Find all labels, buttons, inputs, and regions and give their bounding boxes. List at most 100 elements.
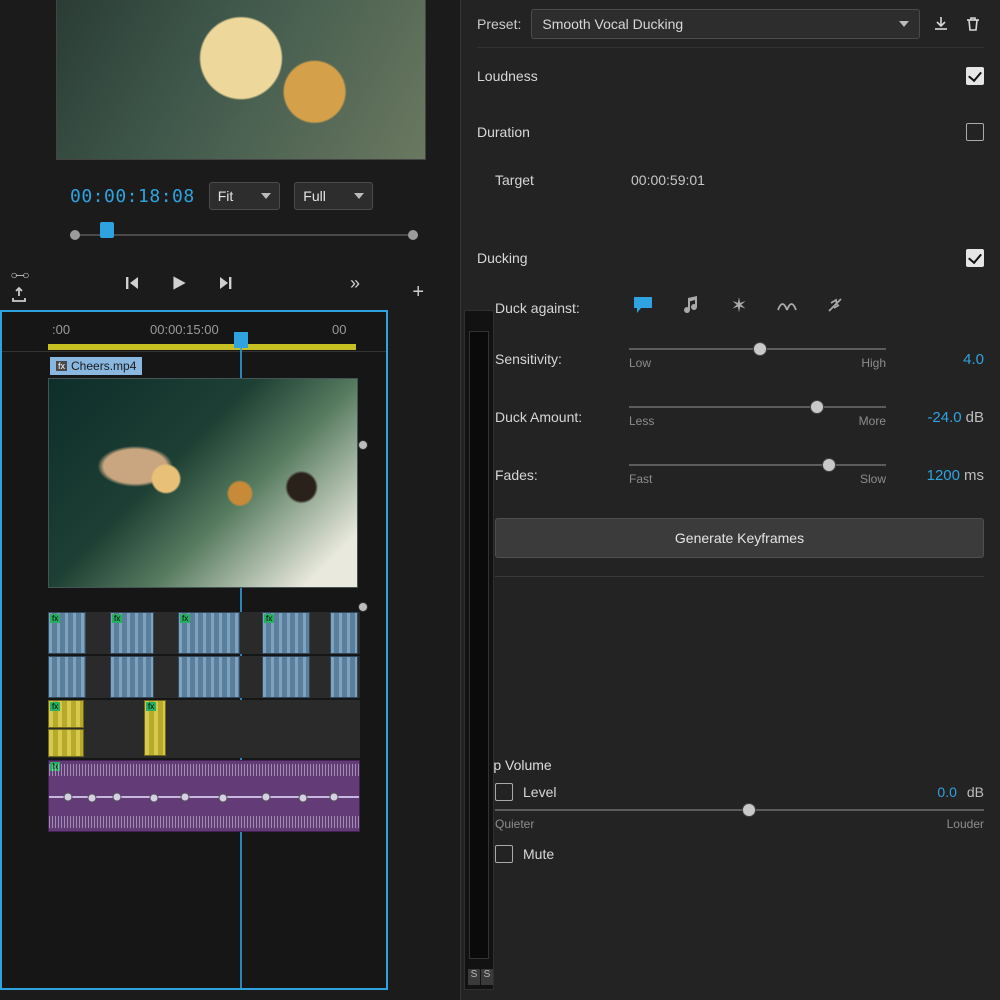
loudness-title: Loudness [477,68,538,84]
work-area-bar[interactable] [48,344,356,350]
chevron-down-icon [899,21,909,27]
sensitivity-high: High [861,356,886,370]
scrub-start-dot[interactable] [70,230,80,240]
sensitivity-label: Sensitivity: [495,351,615,367]
ruler-mark: 00 [332,322,346,337]
clip-filename: Cheers.mp4 [71,359,136,373]
monitor-controls: 00:00:18:08 Fit Full » [70,172,418,302]
target-label: Target [495,172,615,188]
amount-label: Duck Amount: [495,409,615,425]
fades-unit: ms [964,467,984,484]
chevron-down-icon [354,193,364,199]
level-checkbox[interactable] [495,783,513,801]
duck-against-icons: ✶ [631,294,847,316]
io-icon[interactable]: ○─○ [11,268,28,282]
step-forward-icon[interactable] [214,272,236,294]
duck-music-icon[interactable] [679,294,703,316]
display-select[interactable]: Full [294,182,373,210]
ducking-checkbox[interactable] [966,249,984,267]
ducking-section-header[interactable]: Ducking [477,230,984,286]
sensitivity-low: Low [629,356,651,370]
dialogue-track-a[interactable]: fx fx fx fx [48,612,360,654]
sfx-track[interactable]: fx fx [48,700,360,758]
fades-low: Fast [629,472,652,486]
duration-section-header[interactable]: Duration [477,104,984,160]
amount-high: More [859,414,886,428]
program-monitor [56,0,426,160]
clip-marker[interactable] [358,440,368,450]
add-button-icon[interactable]: + [412,281,424,304]
fades-label: Fades: [495,467,615,483]
amount-row: Duck Amount: Less More -24.0 dB [495,388,984,446]
level-label: Level [523,784,927,800]
duration-checkbox[interactable] [966,123,984,141]
level-slider[interactable]: Quieter Louder [495,809,984,831]
ruler-mark: 00:00:15:00 [150,322,219,337]
duration-title: Duration [477,124,530,140]
save-preset-icon[interactable] [930,13,952,35]
duck-sfx-icon[interactable]: ✶ [727,294,751,316]
amount-low: Less [629,414,654,428]
fx-badge-icon: fx [56,361,67,371]
video-clip-thumb[interactable] [48,378,358,588]
chevron-down-icon [261,193,271,199]
preset-select[interactable]: Smooth Vocal Ducking [531,9,920,39]
step-back-icon[interactable] [122,272,144,294]
timeline-ruler[interactable]: :00 00:00:15:00 00 [2,312,386,352]
duration-target-row: Target 00:00:59:01 [477,160,984,200]
loudness-checkbox[interactable] [966,67,984,85]
music-track[interactable]: fx [48,760,360,832]
scrub-handle[interactable] [100,222,114,238]
timecode[interactable]: 00:00:18:08 [70,186,195,207]
more-icon[interactable]: » [344,272,366,294]
amount-value[interactable]: -24.0 [927,409,961,426]
fades-row: Fades: Fast Slow 1200ms [495,446,984,504]
mute-checkbox[interactable] [495,845,513,863]
generate-keyframes-label: Generate Keyframes [675,530,804,546]
audio-meter: S S [464,310,494,990]
playhead[interactable] [234,332,248,348]
dialogue-track-b[interactable] [48,656,360,698]
sensitivity-value[interactable]: 4.0 [963,351,984,368]
target-value[interactable]: 00:00:59:01 [631,172,705,188]
ruler-mark: :00 [52,322,70,337]
clip-volume-title: Clip Volume [477,757,984,773]
ducking-title: Ducking [477,250,528,266]
audio-tracks: fx fx fx fx fx fx fx [48,612,360,834]
scrub-end-dot[interactable] [408,230,418,240]
timeline-panel[interactable]: :00 00:00:15:00 00 fx Cheers.mp4 fx fx f… [0,310,388,990]
duck-ambience-icon[interactable] [775,294,799,316]
preset-value: Smooth Vocal Ducking [542,16,683,32]
export-icon[interactable] [10,286,28,307]
sensitivity-row: Sensitivity: Low High 4.0 [495,330,984,388]
video-clip-label[interactable]: fx Cheers.mp4 [50,357,142,375]
sensitivity-slider[interactable] [629,348,886,350]
delete-preset-icon[interactable] [962,13,984,35]
amount-slider[interactable] [629,406,886,408]
fades-value[interactable]: 1200 [927,467,960,484]
fades-slider[interactable] [629,464,886,466]
fades-high: Slow [860,472,886,486]
duck-against-label: Duck against: [495,300,615,316]
divider [495,576,984,577]
preset-label: Preset: [477,16,521,32]
display-value: Full [303,188,326,204]
zoom-value: Fit [218,188,234,204]
amount-unit: dB [966,409,984,426]
solo-toggle-1[interactable]: S [468,969,480,985]
play-icon[interactable] [168,272,190,294]
generate-keyframes-button[interactable]: Generate Keyframes [495,518,984,558]
level-low: Quieter [495,817,534,831]
level-high: Louder [947,817,984,831]
solo-toggle-2[interactable]: S [481,969,493,985]
monitor-image [57,0,425,159]
duck-unassigned-icon[interactable] [823,294,847,316]
zoom-select[interactable]: Fit [209,182,281,210]
clip-marker[interactable] [358,602,368,612]
level-unit: dB [967,784,984,800]
keyframe-line[interactable] [49,796,359,798]
loudness-section-header[interactable]: Loudness [477,48,984,104]
duck-dialogue-icon[interactable] [631,294,655,316]
level-value[interactable]: 0.0 [937,784,956,800]
monitor-scrubber[interactable] [70,234,418,236]
